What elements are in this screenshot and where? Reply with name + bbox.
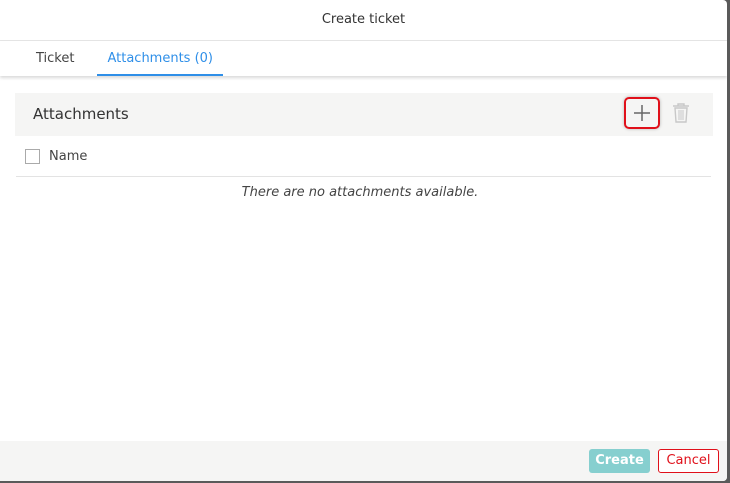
tab-attachments[interactable]: Attachments (0) [97, 41, 223, 76]
tab-bar: Ticket Attachments (0) [0, 41, 727, 76]
table-header-row: Name [16, 140, 711, 177]
create-ticket-dialog: Create ticket Ticket Attachments (0) Att… [0, 0, 727, 481]
attachments-title: Attachments [33, 105, 129, 123]
trash-icon [673, 103, 689, 123]
dialog-footer: Create Cancel [0, 441, 727, 481]
tab-ticket[interactable]: Ticket [26, 41, 84, 76]
cancel-button[interactable]: Cancel [658, 449, 719, 473]
select-all-checkbox[interactable] [25, 149, 40, 164]
dialog-title: Create ticket [0, 0, 727, 41]
attachments-header: Attachments [15, 93, 713, 136]
create-button[interactable]: Create [589, 449, 650, 473]
delete-attachment-button[interactable] [672, 103, 692, 125]
add-attachment-button[interactable] [624, 97, 660, 129]
plus-icon [634, 105, 650, 121]
column-header-name[interactable]: Name [49, 149, 87, 164]
empty-state-text: There are no attachments available. [241, 185, 479, 200]
